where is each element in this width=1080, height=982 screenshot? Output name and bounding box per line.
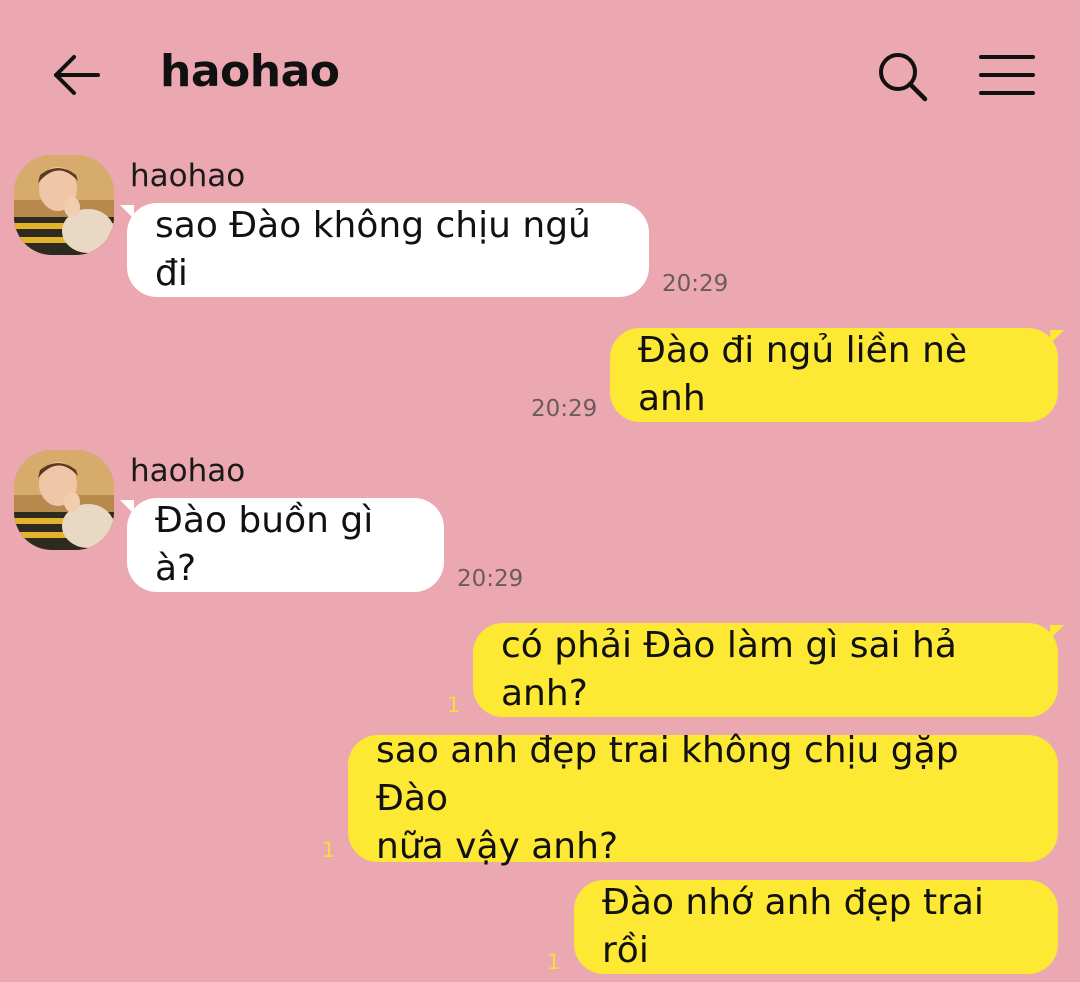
menu-button[interactable] — [978, 50, 1036, 100]
message-text-line: sao anh đẹp trai không chịu gặp Đào — [376, 729, 959, 819]
avatar[interactable] — [14, 450, 114, 550]
unread-count: 1 — [547, 950, 561, 974]
hamburger-menu-icon — [979, 55, 1035, 95]
incoming-message-bubble[interactable]: Đào buồn gì à? — [127, 498, 444, 592]
message-text-line: nữa vậy anh? — [376, 825, 619, 867]
chat-header: haohao — [0, 0, 1080, 150]
avatar[interactable] — [14, 155, 114, 255]
incoming-message-bubble[interactable]: sao Đào không chịu ngủ đi — [127, 203, 649, 297]
message-time: 20:29 — [531, 396, 598, 422]
outgoing-message-bubble[interactable]: Đào nhớ anh đẹp trai rồi — [574, 880, 1058, 974]
outgoing-message-bubble[interactable]: Đào đi ngủ liền nè anh — [610, 328, 1058, 422]
unread-count: 1 — [447, 693, 461, 717]
outgoing-message-bubble[interactable]: sao anh đẹp trai không chịu gặp Đào nữa … — [348, 730, 1058, 867]
message-text: sao Đào không chịu ngủ đi — [155, 205, 591, 294]
bubble-tail — [1050, 330, 1064, 344]
sender-name: haohao — [130, 158, 246, 194]
arrow-left-icon — [54, 55, 100, 95]
profile-photo-icon — [14, 450, 114, 550]
search-button[interactable] — [876, 50, 930, 104]
unread-count: 1 — [322, 838, 336, 862]
search-icon — [879, 53, 928, 102]
sender-name: haohao — [130, 453, 246, 489]
message-text: Đào nhớ anh đẹp trai rồi — [602, 882, 984, 971]
message-time: 20:29 — [662, 271, 729, 297]
outgoing-message-bubble[interactable]: có phải Đào làm gì sai hả anh? — [473, 623, 1058, 717]
chat-title: haohao — [160, 46, 340, 97]
bubble-tail — [1050, 625, 1064, 639]
message-time: 20:29 — [457, 566, 524, 592]
profile-photo-icon — [14, 155, 114, 255]
message-text: Đào đi ngủ liền nè anh — [638, 330, 968, 419]
message-text: có phải Đào làm gì sai hả anh? — [501, 625, 957, 714]
back-button[interactable] — [52, 50, 102, 100]
message-text: Đào buồn gì à? — [155, 500, 374, 589]
